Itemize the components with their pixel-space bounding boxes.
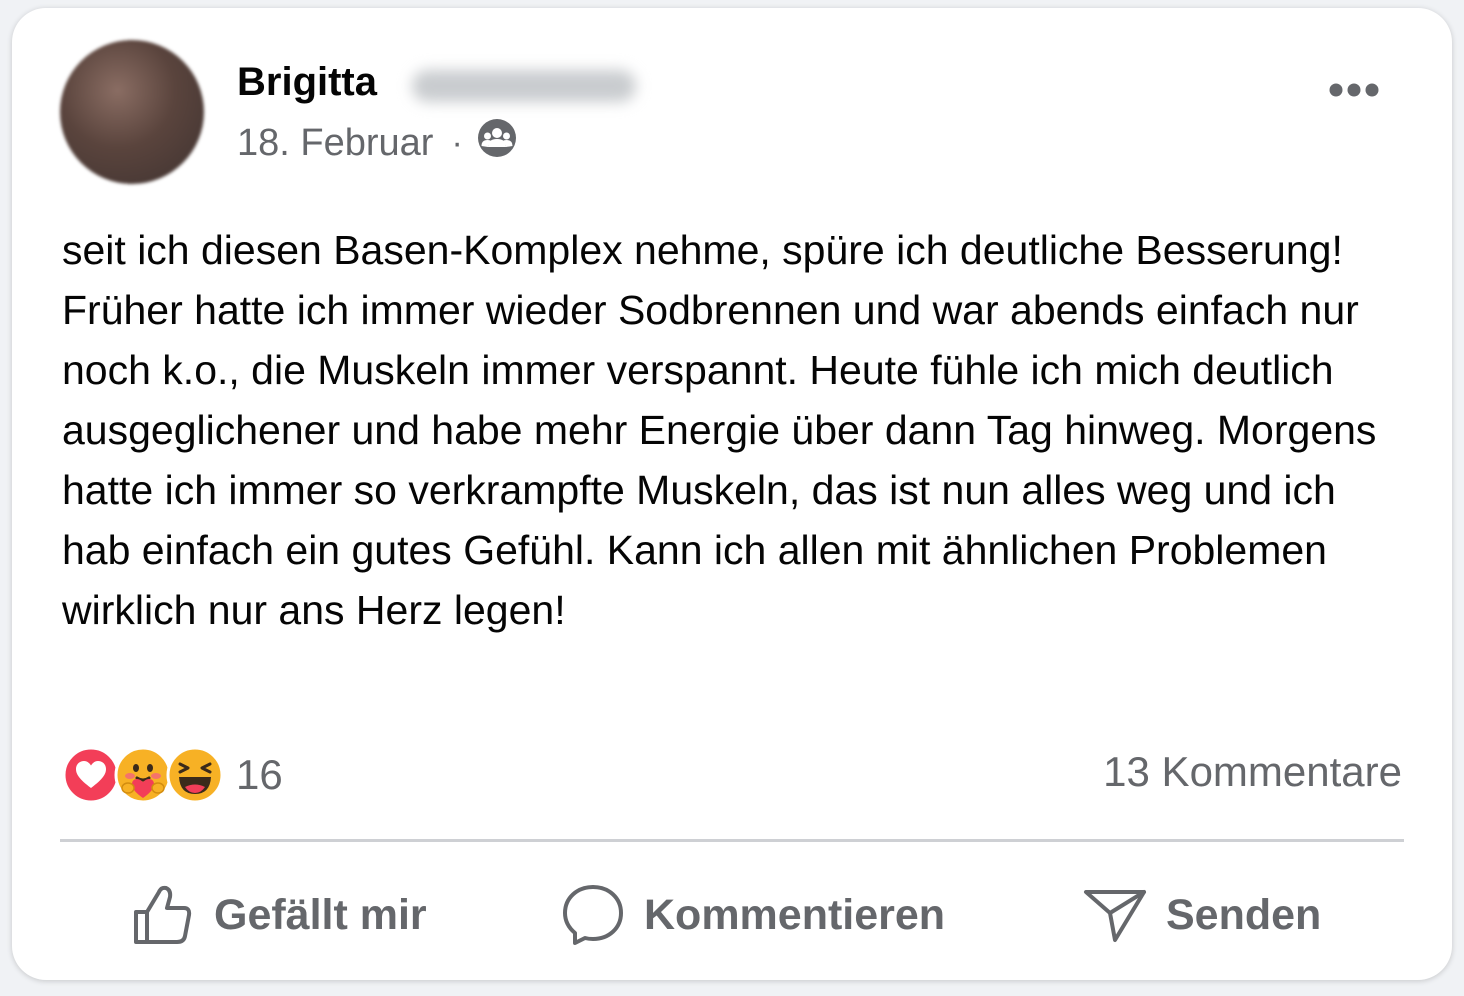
group-audience-icon[interactable]	[477, 118, 517, 168]
author-avatar[interactable]	[60, 40, 204, 184]
more-options-icon	[1329, 83, 1379, 97]
like-button[interactable]: Gefällt mir	[130, 880, 427, 950]
reactions-summary[interactable]: 16	[62, 746, 283, 804]
post-text: seit ich diesen Basen-Komplex nehme, spü…	[62, 227, 1377, 633]
send-icon	[1084, 890, 1146, 942]
meta-separator: ·	[451, 123, 463, 162]
post-meta: 18. Februar ·	[237, 118, 517, 168]
comment-button[interactable]: Kommentieren	[560, 880, 945, 950]
thumbs-up-icon	[134, 885, 192, 944]
send-label: Senden	[1166, 890, 1322, 939]
comment-bubble-icon	[563, 885, 623, 945]
care-reaction-icon	[114, 746, 172, 804]
author-name[interactable]: Brigitta	[237, 60, 377, 105]
more-options-button[interactable]	[1324, 72, 1384, 108]
author-surname-redacted	[412, 70, 636, 102]
reaction-count: 16	[236, 751, 283, 798]
comment-label: Kommentieren	[644, 890, 946, 939]
post-card: Brigitta 18. Februar · seit ich diesen B…	[12, 8, 1452, 980]
post-date[interactable]: 18. Februar	[237, 122, 433, 165]
love-reaction-icon	[62, 746, 120, 804]
haha-reaction-icon	[166, 746, 224, 804]
comment-count[interactable]: 13 Kommentare	[1103, 748, 1402, 796]
action-divider	[60, 839, 1404, 842]
send-button[interactable]: Senden	[1082, 880, 1321, 950]
like-label: Gefällt mir	[214, 890, 427, 939]
